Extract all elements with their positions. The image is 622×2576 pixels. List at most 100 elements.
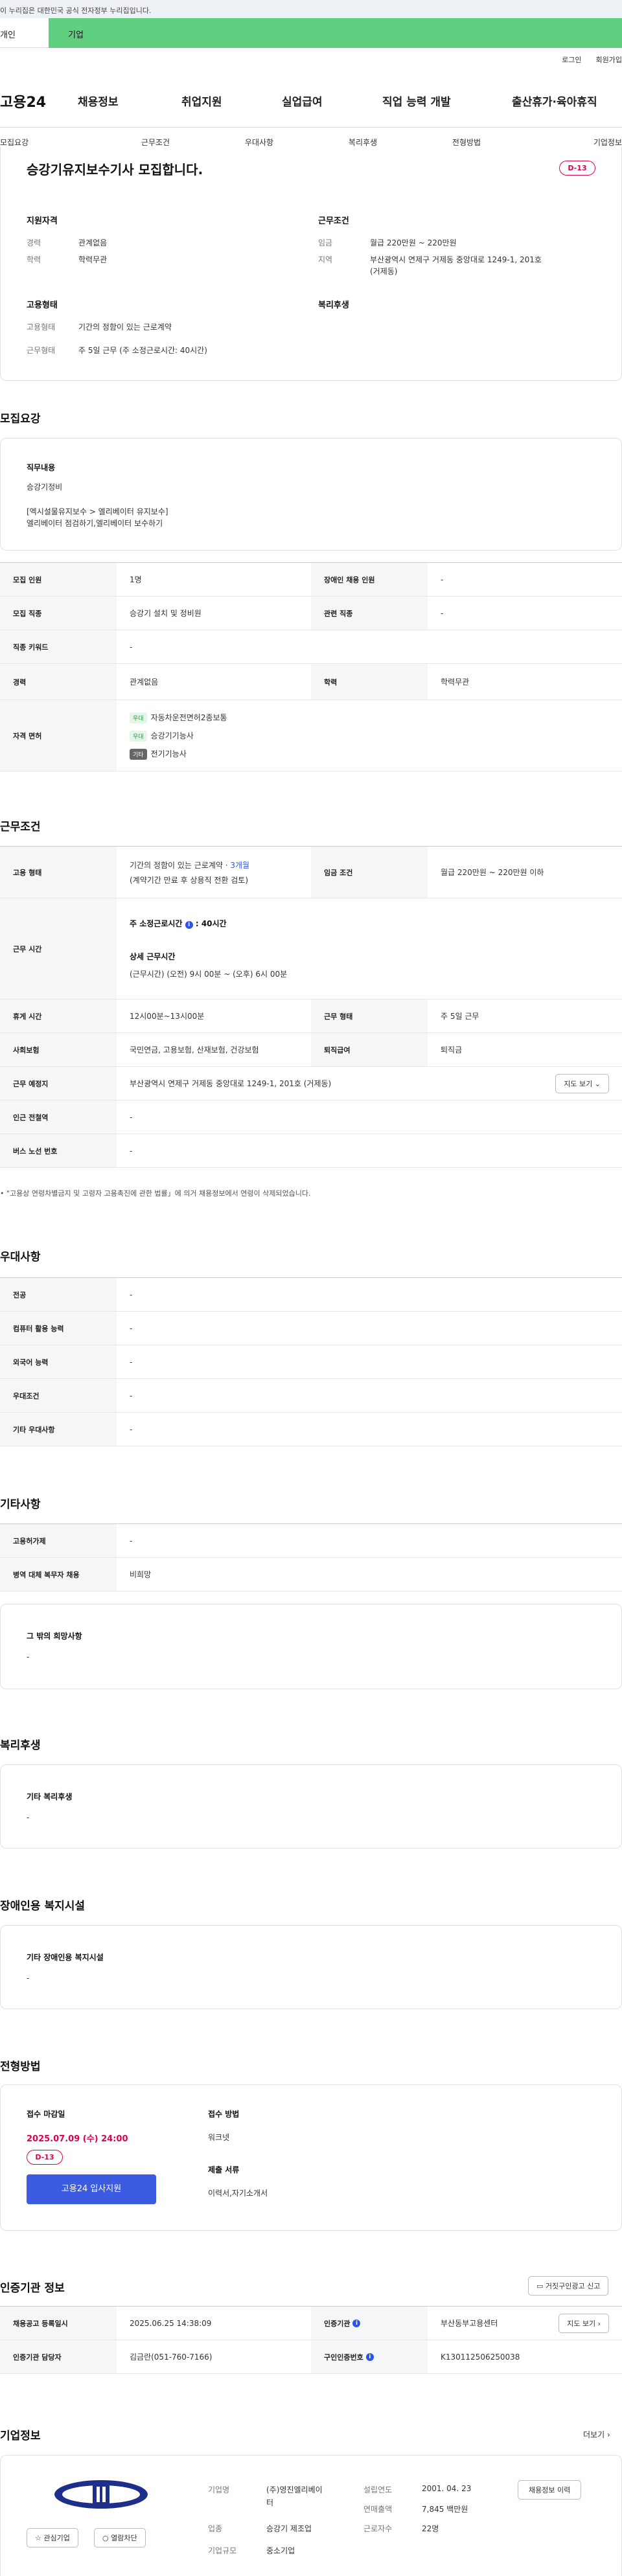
agency-map-button[interactable]: 지도 보기 › <box>559 2313 609 2333</box>
util-links: 로그인 회원가입 <box>562 54 622 65</box>
company-title: 기업정보 <box>0 2430 41 2443</box>
license-tag: 우대 <box>130 730 147 742</box>
table-row: 인증기관 담당자 김금란(051-760-7166) 구인인증번호 i K1301… <box>0 2340 622 2374</box>
table-header: 버스 노선 번호 <box>0 1134 117 1167</box>
qual-title: 지원자격 <box>27 216 58 226</box>
wage-value: 월급 220만원 ~ 220만원 <box>370 238 457 247</box>
nav-maternity[interactable]: 출산휴가·육아휴직 <box>512 93 597 109</box>
table-header: 컴퓨터 활용 능력 <box>0 1312 117 1345</box>
hiring-history-button[interactable]: 채용정보 이력 <box>518 2480 582 2500</box>
etc-hope-card: 그 밖의 희망사항 - <box>0 1604 622 1689</box>
welfare-box-value: - <box>27 1813 30 1822</box>
user-type-tabs: 개인 기업 <box>0 18 622 48</box>
block-label: 열람차단 <box>111 2534 137 2542</box>
info-icon[interactable]: i <box>352 2319 361 2327</box>
table-cell: 관계없음 <box>130 678 159 687</box>
apply-button[interactable]: 고용24 입사지원 <box>27 2174 156 2204</box>
detail-hours-label: 상세 근무시간 <box>130 952 176 961</box>
table-row: 사회보험 국민연금, 고용보험, 산재보험, 건강보험 퇴직급여 퇴직금 <box>0 1033 622 1067</box>
table-header: 자격 면허 <box>0 700 117 771</box>
table-header: 고용허가제 <box>0 1524 117 1557</box>
list-item: 우대 승강기기능사 <box>130 730 194 742</box>
table-row: 컴퓨터 활용 능력 - <box>0 1312 622 1345</box>
table-row: 근무 예정지 부산광역시 연제구 거제동 중앙대로 1249-1, 201호 (… <box>0 1067 622 1100</box>
table-header: 인근 전철역 <box>0 1100 117 1134</box>
site-logo[interactable]: 고용24 <box>0 91 46 111</box>
license-name: 자동차운전면허2종보통 <box>150 712 227 722</box>
table-cell: - <box>130 642 133 652</box>
table-row: 외국어 능력 - <box>0 1345 622 1379</box>
table-row: 휴게 시간 12시00분~13시00분 근무 형태 주 5일 근무 <box>0 999 622 1033</box>
tab-individual[interactable]: 개인 <box>0 18 49 48</box>
emp-title: 고용형태 <box>27 301 58 310</box>
chevron-down-icon: ⌄ <box>594 1079 601 1088</box>
work-table: 고용 형태 기간의 정함이 있는 근로계약 · 3개월 (계약기간 만료 후 상… <box>0 846 622 1168</box>
emp-type-text: 기간의 정함이 있는 근로계약 · <box>130 860 231 870</box>
org-value: 부산동부고용센터 <box>441 2319 498 2328</box>
table-cell: 승강기 설치 및 정비원 <box>130 609 202 618</box>
table-row: 병역 대체 복무자 채용 비희망 <box>0 1558 622 1591</box>
nav-employment-support[interactable]: 취업지원 <box>181 93 282 109</box>
agency-table: 채용공고 등록일시 2025.06.25 14:38:09 인증기관 i 부산동부… <box>0 2306 622 2374</box>
method-value: 워크넷 <box>208 2133 230 2142</box>
list-item: 우대 자동차운전면허2종보통 <box>130 712 227 724</box>
table-cell: 12시00분~13시00분 <box>130 1012 205 1021</box>
nav-training[interactable]: 직업 능력 개발 <box>382 93 512 109</box>
welfare-card: 기타 복리후생 - <box>0 1764 622 1849</box>
table-header: 장애인 채용 인원 <box>311 563 428 596</box>
recruit-table: 모집 인원 1명 장애인 채용 인원 - 모집 직종 승강기 설치 및 정비원 … <box>0 562 622 771</box>
org-header-text: 인증기관 <box>324 2319 351 2328</box>
company-more-link[interactable]: 더보기 › <box>583 2429 610 2440</box>
table-header: 모집 직종 <box>0 597 117 630</box>
table-cell: - <box>441 608 444 618</box>
info-icon[interactable]: i <box>185 921 193 929</box>
table-header: 고용 형태 <box>0 847 117 898</box>
table-row: 직종 키워드 - <box>0 630 622 664</box>
signup-link[interactable]: 회원가입 <box>596 54 622 65</box>
employees-label: 근로자수 <box>363 2524 393 2533</box>
favorite-label: 관심기업 <box>43 2534 70 2542</box>
table-cell: 부산동부고용센터 지도 보기 › <box>428 2307 622 2340</box>
table-cell: 국민연금, 고용보험, 산재보험, 건강보험 <box>130 1045 259 1054</box>
weekly-hours-value: : 40시간 <box>195 919 227 928</box>
size-label: 기업규모 <box>208 2546 237 2555</box>
info-icon[interactable]: i <box>365 2353 374 2361</box>
emp-value: 기간의 정함이 있는 근로계약 <box>78 323 172 332</box>
deadline-value: 2025.07.09 (수) 24:00 <box>27 2134 128 2144</box>
table-header: 모집 인원 <box>0 563 117 596</box>
table-cell: 주 5일 근무 <box>441 1012 479 1021</box>
table-cell: - <box>130 1536 133 1545</box>
login-link[interactable]: 로그인 <box>562 54 581 65</box>
tab-company[interactable]: 기업 <box>49 18 622 48</box>
nav-jobs[interactable]: 채용정보 <box>78 93 181 109</box>
favorite-company-button[interactable]: ☆ 관심기업 <box>27 2528 78 2548</box>
disabled-title: 장애인용 복지시설 <box>0 1900 86 1913</box>
weekly-hours-label: 주 소정근로시간 <box>130 919 183 928</box>
size-value: 중소기업 <box>266 2546 295 2555</box>
bullet-icon: • <box>0 1189 6 1198</box>
job-title: 승강기유지보수기사 모집합니다. <box>27 162 203 177</box>
job-desc-line3: 엘리베이터 점검하기,엘리베이터 보수하기 <box>27 519 163 528</box>
main-nav: 채용정보 취업지원 실업급여 직업 능력 개발 출산휴가·육아휴직 <box>78 93 597 109</box>
company-name-value: (주)영진엘리베이 <box>266 2485 323 2494</box>
document-icon: ▭ <box>536 2282 546 2290</box>
license-tag: 기타 <box>130 748 147 760</box>
table-row: 채용공고 등록일시 2025.06.25 14:38:09 인증기관 i 부산동부… <box>0 2307 622 2340</box>
work-title: 근무조건 <box>318 216 349 226</box>
map-button[interactable]: 지도 보기 ⌄ <box>555 1073 609 1093</box>
summary-card: 승강기유지보수기사 모집합니다. D-13 지원자격 경력 관계없음 학력 학력… <box>0 146 622 381</box>
process-card: 접수 마감일 2025.07.09 (수) 24:00 D-13 고용24 입사… <box>0 2084 622 2231</box>
table-header: 인증기관 i <box>311 2307 428 2340</box>
company-name-value-2: 터 <box>266 2498 274 2507</box>
table-header: 인증기관 담당자 <box>0 2340 117 2373</box>
nav-unemployment[interactable]: 실업급여 <box>282 93 382 109</box>
list-item: 기타 전기기능사 <box>130 748 187 760</box>
table-cell: 학력무관 <box>441 678 470 687</box>
etc-table: 고용허가제 - 병역 대체 복무자 채용 비희망 <box>0 1523 622 1591</box>
table-header: 구인인증번호 i <box>311 2340 428 2373</box>
report-button[interactable]: ▭ 거짓구인광고 신고 <box>528 2276 609 2296</box>
area-value: 부산광역시 연제구 거제동 중앙대로 1249-1, 201호 <box>370 255 542 264</box>
welfare-section-title: 복리후생 <box>0 1739 41 1752</box>
block-company-button[interactable]: ○ 열람차단 <box>94 2528 146 2548</box>
career-value: 관계없음 <box>78 238 108 247</box>
